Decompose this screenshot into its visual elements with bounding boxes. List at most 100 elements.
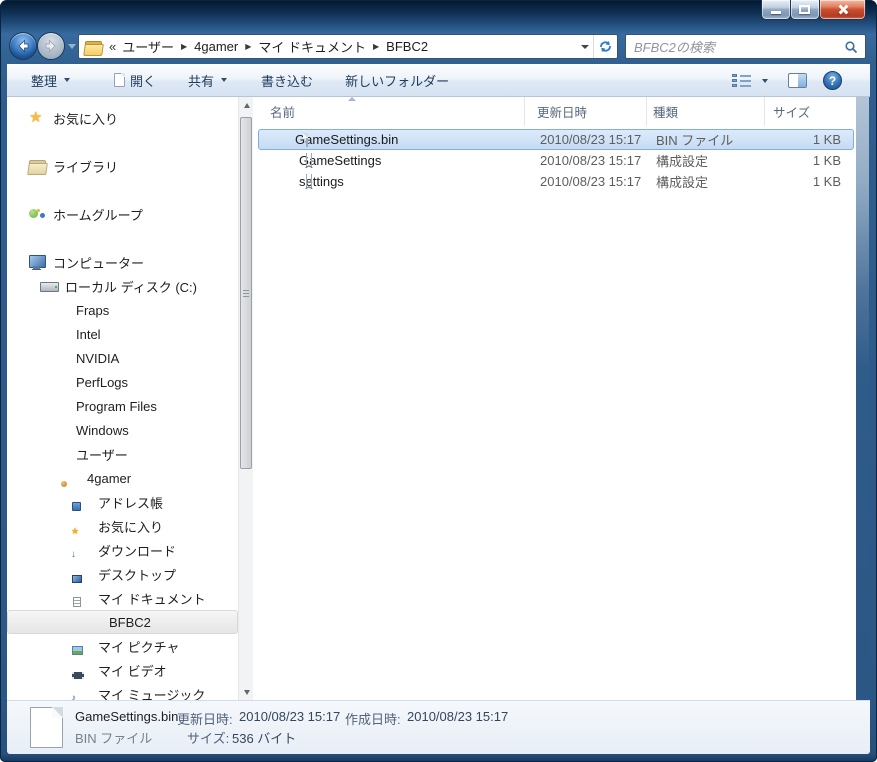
sidebar-item[interactable]: お気に入り [7, 106, 238, 130]
file-modified: 2010/08/23 15:17 [528, 174, 650, 189]
drive-icon [40, 278, 59, 294]
sidebar-item-label: ユーザー [76, 445, 128, 464]
recent-pages-dropdown[interactable] [68, 44, 76, 49]
column-header-size[interactable]: サイズ [765, 97, 856, 126]
sidebar-scrollbar[interactable] [238, 97, 253, 700]
sidebar-item[interactable]: Windows [7, 418, 238, 442]
sidebar-item[interactable]: ユーザー [7, 442, 238, 466]
sidebar-item-label: ローカル ディスク (C:) [65, 277, 197, 296]
sidebar-item[interactable]: マイ ピクチャ [7, 634, 238, 658]
folder-icon [51, 374, 70, 390]
share-button[interactable]: 共有 [182, 68, 233, 92]
change-view-button[interactable] [732, 73, 752, 88]
sidebar-item[interactable]: アドレス帳 [7, 490, 238, 514]
preview-pane-button[interactable] [788, 73, 807, 88]
file-row[interactable]: GameSettings 2010/08/23 15:17 構成設定 1 KB [258, 150, 854, 171]
column-header-name[interactable]: 名前 [256, 97, 525, 126]
scrollbar-thumb[interactable] [240, 117, 252, 469]
sidebar-item[interactable]: マイ ドキュメント [7, 586, 238, 610]
sidebar-item[interactable]: Fraps [7, 298, 238, 322]
navigation-bar: « ユーザー ▶ 4gamer ▶ マイ ドキュメント ▶ [0, 28, 877, 64]
burn-button[interactable]: 書き込む [255, 68, 319, 92]
sidebar-item[interactable]: ローカル ディスク (C:) [7, 274, 238, 298]
music-folder-icon [73, 686, 92, 700]
sidebar-item[interactable]: ホームグループ [7, 202, 238, 226]
sidebar-item[interactable]: BFBC2 [7, 610, 238, 634]
breadcrumb-item[interactable]: マイ ドキュメント ▶ [258, 37, 386, 56]
sidebar-item-label: デスクトップ [98, 565, 176, 584]
back-button[interactable] [9, 32, 37, 60]
organize-label: 整理 [31, 71, 57, 90]
sidebar-item[interactable]: ライブラリ [7, 154, 238, 178]
sidebar-item[interactable]: NVIDIA [7, 346, 238, 370]
search-box[interactable]: BFBC2の検索 [625, 34, 866, 59]
main-area: お気に入り ライブラリ ホームグループ コンピューター [7, 97, 856, 700]
breadcrumb-separator-icon[interactable]: ▶ [373, 42, 379, 51]
breadcrumb-item[interactable]: BFBC2 ▶ [386, 39, 428, 54]
file-row[interactable]: settings 2010/08/23 15:17 構成設定 1 KB [258, 171, 854, 192]
breadcrumb-item[interactable]: 4gamer ▶ [194, 39, 258, 54]
details-created-value: 2010/08/23 15:17 [407, 709, 508, 724]
sidebar-item[interactable]: コンピューター [7, 250, 238, 274]
sidebar-item-label: コンピューター [53, 253, 144, 272]
breadcrumb-separator-icon[interactable]: ▶ [245, 42, 251, 51]
file-size: 1 KB [768, 132, 853, 147]
scroll-up-button[interactable] [239, 97, 254, 113]
breadcrumb-overflow-chevron[interactable]: « [109, 39, 116, 54]
pictures-folder-icon [73, 638, 92, 654]
forward-button[interactable] [37, 32, 65, 60]
details-size-value: 536 バイト [232, 728, 296, 747]
maximize-button[interactable] [790, 0, 820, 20]
star-icon [28, 110, 47, 126]
sidebar-item[interactable]: マイ ミュージック [7, 682, 238, 700]
file-name: GameSettings.bin [295, 132, 398, 147]
file-list-pane[interactable]: 名前 更新日時 種類 サイズ GameSettings.bin 2010/08/… [256, 97, 856, 700]
help-button[interactable]: ? [823, 71, 842, 90]
views-dropdown-icon[interactable] [762, 79, 768, 83]
column-header-type[interactable]: 種類 [647, 97, 765, 126]
close-icon [836, 3, 849, 16]
contacts-folder-icon [73, 494, 92, 510]
maximize-icon [799, 5, 810, 14]
file-row[interactable]: GameSettings.bin 2010/08/23 15:17 BIN ファ… [258, 129, 854, 150]
sidebar-item[interactable]: お気に入り [7, 514, 238, 538]
file-type: BIN ファイル [650, 130, 768, 149]
organize-button[interactable]: 整理 [25, 68, 76, 92]
sort-ascending-icon [348, 97, 356, 101]
close-button[interactable] [819, 0, 866, 20]
details-modified-label: 更新日時: [177, 709, 233, 728]
breadcrumb-separator-icon[interactable]: ▶ [181, 42, 187, 51]
file-modified: 2010/08/23 15:17 [528, 153, 650, 168]
sidebar-item[interactable]: 4gamer [7, 466, 238, 490]
sidebar-item[interactable]: Intel [7, 322, 238, 346]
breadcrumb-label: ユーザー [122, 37, 174, 56]
file-type: 構成設定 [650, 172, 768, 191]
minimize-button[interactable] [761, 0, 791, 20]
new-folder-button[interactable]: 新しいフォルダー [339, 68, 455, 92]
title-bar[interactable] [0, 0, 877, 30]
triangle-down-icon [244, 690, 250, 695]
details-file-type: BIN ファイル [75, 728, 152, 747]
sidebar-item[interactable]: PerfLogs [7, 370, 238, 394]
computer-icon [28, 254, 47, 270]
search-input[interactable]: BFBC2の検索 [626, 37, 844, 56]
breadcrumb-item[interactable]: ユーザー ▶ [122, 37, 194, 56]
address-bar[interactable]: « ユーザー ▶ 4gamer ▶ マイ ドキュメント ▶ [78, 34, 618, 59]
scroll-down-button[interactable] [239, 684, 254, 700]
sidebar-item[interactable]: ダウンロード [7, 538, 238, 562]
search-icon[interactable] [844, 40, 858, 54]
navigation-pane[interactable]: お気に入り ライブラリ ホームグループ コンピューター [7, 97, 238, 700]
refresh-button[interactable] [593, 35, 617, 58]
open-button[interactable]: 開く [108, 68, 162, 92]
details-file-name: GameSettings.bin [75, 709, 178, 724]
sidebar-item[interactable]: Program Files [7, 394, 238, 418]
address-dropdown-button[interactable] [577, 35, 593, 58]
sidebar-item-label: マイ ビデオ [98, 661, 167, 680]
sidebar-item[interactable]: デスクトップ [7, 562, 238, 586]
sidebar-item[interactable]: マイ ビデオ [7, 658, 238, 682]
breadcrumb: « ユーザー ▶ 4gamer ▶ マイ ドキュメント ▶ [109, 37, 577, 56]
column-headers: 名前 更新日時 種類 サイズ [256, 97, 856, 126]
sidebar-item-label: お気に入り [98, 517, 163, 536]
sidebar-item-label: マイ ピクチャ [98, 637, 179, 656]
column-header-modified[interactable]: 更新日時 [525, 97, 647, 126]
